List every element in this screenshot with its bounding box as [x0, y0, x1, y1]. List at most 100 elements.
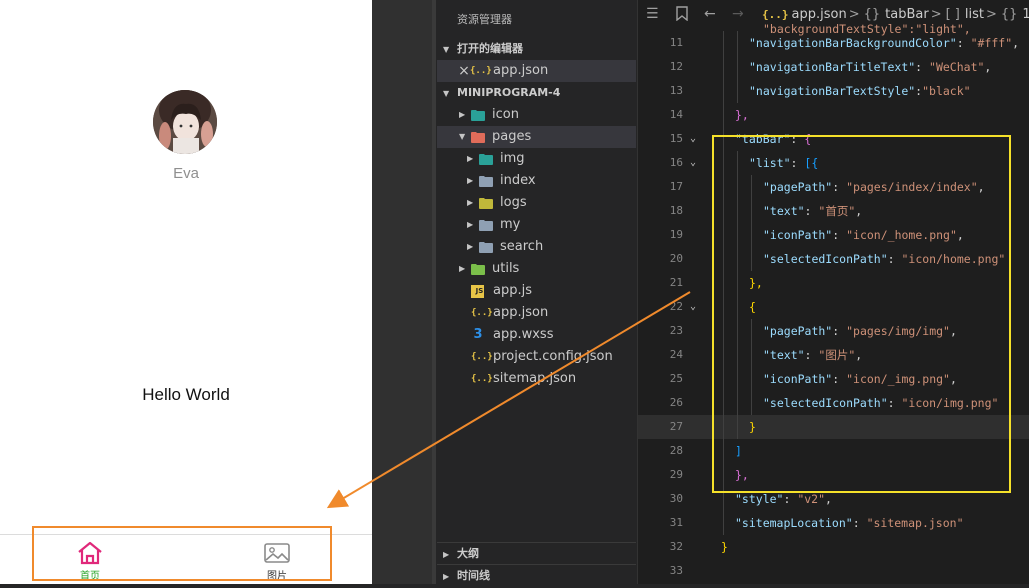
line-number: 33	[669, 564, 683, 577]
code-token-sep: :	[887, 252, 902, 266]
close-icon[interactable]: ×	[457, 60, 471, 79]
code-token-key: "iconPath"	[763, 372, 833, 386]
panel-splitter[interactable]	[432, 0, 436, 584]
breadcrumb-separator: >	[985, 7, 997, 22]
code-token-key: "text"	[763, 204, 805, 218]
chevron-right-icon[interactable]: ▶	[467, 192, 477, 214]
indent-guide	[723, 487, 724, 511]
code-text: "text": "首页",	[763, 199, 862, 223]
code-text: },	[749, 271, 763, 295]
folder-icon	[479, 152, 493, 166]
code-area[interactable]: "backgroundTextStyle":"light", 11 "naviga…	[638, 22, 1029, 583]
code-token-val: "pages/index/index"	[846, 180, 978, 194]
line-number: 12	[669, 60, 683, 73]
tab-item-image[interactable]: 图片	[237, 541, 317, 584]
line-number: 11	[669, 36, 683, 49]
code-token-sep: :	[852, 516, 867, 530]
line-number: 26	[669, 396, 683, 409]
indent-guide	[751, 223, 752, 247]
tree-item-label: search	[500, 239, 544, 254]
chevron-right-icon[interactable]: ▶	[459, 258, 469, 280]
code-token-key: "tabBar"	[735, 132, 791, 146]
line-number: 28	[669, 444, 683, 457]
code-token-key: "iconPath"	[763, 228, 833, 242]
code-text: "selectedIconPath": "icon/home.png"	[763, 247, 1005, 271]
avatar-image	[153, 90, 217, 154]
indent-guide	[723, 415, 724, 439]
code-text: "iconPath": "icon/_img.png",	[763, 367, 957, 391]
tree-item-label: my	[500, 217, 521, 232]
tree-item-project-config-json[interactable]: {..} project.config.json	[437, 346, 636, 368]
code-line: 20 "selectedIconPath": "icon/home.png"	[638, 247, 1029, 271]
fold-chevron-icon[interactable]: ⌄	[690, 151, 702, 175]
code-token-key: "selectedIconPath"	[763, 252, 888, 266]
code-token-val: "v2"	[797, 492, 826, 506]
outline-section-header[interactable]: ▶ 大纲	[437, 542, 636, 564]
indent-guide	[751, 391, 752, 415]
js-file-icon: JS	[471, 285, 484, 298]
open-editor-item[interactable]: × {..} app.json	[437, 60, 636, 82]
indent-guide	[723, 295, 724, 319]
indent-guide	[723, 79, 724, 103]
open-editors-header[interactable]: ▼ 打开的编辑器	[437, 38, 636, 60]
indent-guide	[723, 31, 724, 55]
code-line: 21},	[638, 271, 1029, 295]
tree-item-icon[interactable]: ▶ icon	[437, 104, 636, 126]
simulator-panel: Eva Hello World 首页 图片	[0, 0, 372, 584]
explorer-title: 资源管理器	[457, 13, 512, 26]
list-icon[interactable]: ☰	[646, 6, 659, 22]
indent-guide	[751, 247, 752, 271]
tree-item-search[interactable]: ▶ search	[437, 236, 636, 258]
chevron-down-icon[interactable]: ▼	[459, 126, 469, 148]
line-number: 21	[669, 276, 683, 289]
indent-guide	[723, 223, 724, 247]
indent-guide	[723, 343, 724, 367]
tree-item-sitemap-json[interactable]: {..} sitemap.json	[437, 368, 636, 390]
tab-item-home[interactable]: 首页	[50, 541, 130, 584]
fold-chevron-icon[interactable]: ⌄	[690, 295, 702, 319]
user-avatar[interactable]	[153, 90, 217, 154]
tree-item-app-json[interactable]: {..} app.json	[437, 302, 636, 324]
project-label: MINIPROGRAM-4	[457, 86, 561, 99]
indent-guide	[737, 391, 738, 415]
tree-item-app-wxss[interactable]: 3 app.wxss	[437, 324, 636, 346]
chevron-down-icon: ▼	[443, 89, 450, 98]
code-text: "navigationBarTitleText": "WeChat",	[749, 55, 991, 79]
chevron-right-icon[interactable]: ▶	[467, 148, 477, 170]
outline-label: 大纲	[457, 547, 479, 560]
tree-item-pages[interactable]: ▼ pages	[437, 126, 636, 148]
code-token-tail: ,	[949, 324, 957, 338]
fold-chevron-icon[interactable]: ⌄	[690, 127, 702, 151]
chevron-right-icon[interactable]: ▶	[467, 170, 477, 192]
tree-item-index[interactable]: ▶ index	[437, 170, 636, 192]
chevron-down-icon: ▼	[443, 45, 450, 54]
bookmark-icon[interactable]	[676, 6, 688, 25]
file-tree: ▶ icon ▼ pages ▶ img ▶ index ▶ logs ▶ my ▶ search ▶ uti…	[437, 104, 636, 390]
tree-item-img[interactable]: ▶ img	[437, 148, 636, 170]
code-token-val: "icon/img.png"	[901, 396, 999, 410]
code-token-val: "icon/home.png"	[901, 252, 1006, 266]
breadcrumb-symbol-icon: {}	[1000, 7, 1018, 22]
back-arrow-icon[interactable]: ←	[704, 6, 716, 22]
indent-guide	[751, 175, 752, 199]
project-header[interactable]: ▼ MINIPROGRAM-4	[437, 82, 636, 104]
code-text: "selectedIconPath": "icon/img.png"	[763, 391, 998, 415]
chevron-right-icon[interactable]: ▶	[467, 236, 477, 258]
tree-item-logs[interactable]: ▶ logs	[437, 192, 636, 214]
timeline-section-header[interactable]: ▶ 时间线	[437, 564, 636, 586]
code-text: "navigationBarBackgroundColor": "#fff",	[749, 31, 1019, 55]
chevron-right-icon[interactable]: ▶	[459, 104, 469, 126]
line-number: 30	[669, 492, 683, 505]
breadcrumb-item[interactable]: {} 1	[999, 7, 1029, 22]
tree-item-app-js[interactable]: JS app.js	[437, 280, 636, 302]
chevron-right-icon[interactable]: ▶	[467, 214, 477, 236]
tree-item-my[interactable]: ▶ my	[437, 214, 636, 236]
code-token-key: "navigationBarTitleText"	[749, 60, 916, 74]
code-token-val: "icon/_home.png"	[846, 228, 957, 242]
indent-guide	[737, 151, 738, 175]
indent-guide	[723, 103, 724, 127]
forward-arrow-icon[interactable]: →	[732, 6, 744, 22]
indent-guide	[737, 31, 738, 55]
explorer-panel: 资源管理器 ▼ 打开的编辑器 × {..} app.json ▼ MINIPROGR…	[437, 0, 636, 584]
tree-item-utils[interactable]: ▶ utils	[437, 258, 636, 280]
